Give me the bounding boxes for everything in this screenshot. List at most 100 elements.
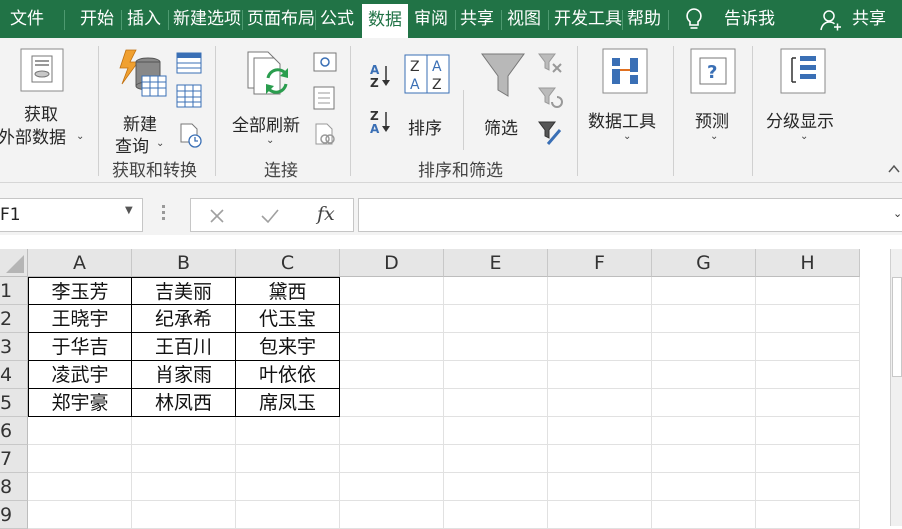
cell-E4[interactable] (444, 361, 548, 389)
tab-insert[interactable]: 插入 (127, 0, 165, 38)
cell-F6[interactable] (548, 417, 652, 445)
cell-H9[interactable] (756, 501, 860, 529)
data-tools-button[interactable]: 数据工具 ⌄ (586, 46, 668, 150)
share-button[interactable]: 共享 (852, 0, 892, 38)
vertical-scrollbar[interactable] (890, 249, 902, 526)
from-table-icon[interactable] (176, 84, 202, 108)
cell-F1[interactable] (548, 277, 652, 305)
cell-D7[interactable] (340, 445, 444, 473)
chevron-down-icon[interactable]: ▼ (125, 205, 133, 216)
cell-G3[interactable] (652, 333, 756, 361)
column-header-C[interactable]: C (236, 249, 340, 277)
cell-B8[interactable] (132, 473, 236, 501)
cell-D1[interactable] (340, 277, 444, 305)
cell-F2[interactable] (548, 305, 652, 333)
new-query-button[interactable]: 新建 查询 ⌄ (108, 46, 170, 157)
cell-E1[interactable] (444, 277, 548, 305)
tab-new-options[interactable]: 新建选项 (173, 0, 241, 38)
cell-H5[interactable] (756, 389, 860, 417)
column-header-B[interactable]: B (132, 249, 236, 277)
formula-bar-grip[interactable] (162, 205, 165, 225)
clear-filter-icon[interactable] (538, 52, 564, 74)
cell-A6[interactable] (28, 417, 132, 445)
cell-B2[interactable]: 纪承希 (132, 305, 236, 333)
cell-B7[interactable] (132, 445, 236, 473)
cell-G8[interactable] (652, 473, 756, 501)
cell-G1[interactable] (652, 277, 756, 305)
cell-B3[interactable]: 王百川 (132, 333, 236, 361)
filter-button[interactable]: 筛选 (476, 48, 532, 148)
advanced-filter-icon[interactable] (538, 120, 564, 146)
row-header-6[interactable]: 6 (0, 417, 28, 445)
sort-descending-icon[interactable]: Z A (368, 108, 392, 136)
expand-formula-icon[interactable]: ⌄ (893, 207, 902, 220)
connections-icon[interactable] (313, 52, 337, 74)
cell-E3[interactable] (444, 333, 548, 361)
cell-A8[interactable] (28, 473, 132, 501)
cell-G5[interactable] (652, 389, 756, 417)
cell-C4[interactable]: 叶依依 (236, 361, 340, 389)
cell-C8[interactable] (236, 473, 340, 501)
cancel-icon[interactable] (209, 208, 225, 224)
cell-H4[interactable] (756, 361, 860, 389)
column-header-A[interactable]: A (28, 249, 132, 277)
cell-B4[interactable]: 肖家雨 (132, 361, 236, 389)
tab-home[interactable]: 开始 (80, 0, 118, 38)
cell-D9[interactable] (340, 501, 444, 529)
tell-me-search[interactable]: 告诉我 (724, 0, 784, 38)
insert-function-icon[interactable]: fx (317, 203, 335, 225)
row-header-3[interactable]: 3 (0, 333, 28, 361)
cell-C1[interactable]: 黛西 (236, 277, 340, 305)
column-header-H[interactable]: H (756, 249, 860, 277)
recent-sources-icon[interactable] (178, 122, 204, 148)
cell-D6[interactable] (340, 417, 444, 445)
cell-F8[interactable] (548, 473, 652, 501)
cell-D4[interactable] (340, 361, 444, 389)
cell-D8[interactable] (340, 473, 444, 501)
cell-B6[interactable] (132, 417, 236, 445)
cell-F5[interactable] (548, 389, 652, 417)
column-header-E[interactable]: E (444, 249, 548, 277)
cell-G6[interactable] (652, 417, 756, 445)
cell-E8[interactable] (444, 473, 548, 501)
cell-H1[interactable] (756, 277, 860, 305)
cell-A9[interactable] (28, 501, 132, 529)
properties-icon[interactable] (313, 86, 337, 110)
row-header-5[interactable]: 5 (0, 389, 28, 417)
row-header-9[interactable]: 9 (0, 501, 28, 529)
cell-A4[interactable]: 凌武宇 (28, 361, 132, 389)
column-header-G[interactable]: G (652, 249, 756, 277)
cell-C5[interactable]: 席凤玉 (236, 389, 340, 417)
cell-E5[interactable] (444, 389, 548, 417)
cell-C6[interactable] (236, 417, 340, 445)
cell-B5[interactable]: 林凤西 (132, 389, 236, 417)
tab-formulas[interactable]: 公式 (320, 0, 358, 38)
row-header-8[interactable]: 8 (0, 473, 28, 501)
sort-ascending-icon[interactable]: A Z (368, 62, 392, 88)
lightbulb-icon[interactable] (684, 7, 704, 31)
enter-check-icon[interactable] (261, 208, 279, 224)
tab-file[interactable]: 文件 (10, 0, 50, 38)
cell-E9[interactable] (444, 501, 548, 529)
cell-H8[interactable] (756, 473, 860, 501)
cell-G7[interactable] (652, 445, 756, 473)
tab-review[interactable]: 审阅 (414, 0, 452, 38)
cell-E7[interactable] (444, 445, 548, 473)
cell-A3[interactable]: 于华吉 (28, 333, 132, 361)
outline-button[interactable]: 分级显示 ⌄ (762, 46, 846, 150)
cell-A5[interactable]: 郑宇豪 (28, 389, 132, 417)
cell-E2[interactable] (444, 305, 548, 333)
cell-D3[interactable] (340, 333, 444, 361)
tab-developer[interactable]: 开发工具 (554, 0, 622, 38)
cell-C2[interactable]: 代玉宝 (236, 305, 340, 333)
cell-E6[interactable] (444, 417, 548, 445)
cell-F3[interactable] (548, 333, 652, 361)
cell-D5[interactable] (340, 389, 444, 417)
cell-C3[interactable]: 包来宇 (236, 333, 340, 361)
formula-input[interactable]: ⌄ (358, 198, 902, 232)
tab-view[interactable]: 视图 (507, 0, 545, 38)
cell-A7[interactable] (28, 445, 132, 473)
cell-G9[interactable] (652, 501, 756, 529)
edit-links-icon[interactable] (313, 122, 337, 148)
forecast-button[interactable]: ? 预测 ⌄ (684, 46, 744, 150)
